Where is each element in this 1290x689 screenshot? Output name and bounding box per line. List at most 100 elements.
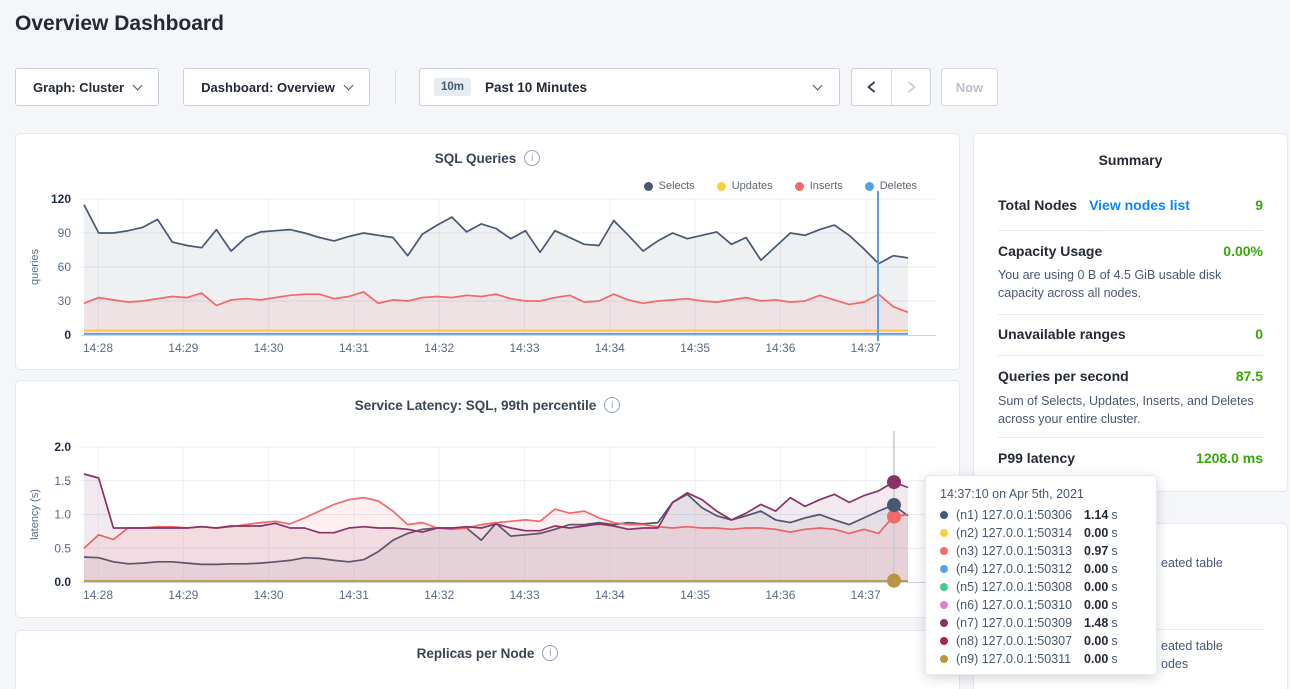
event-text-fragment: eated table <box>1161 639 1223 653</box>
node-latency-value: 0.00 <box>1084 652 1108 666</box>
node-latency-value: 0.00 <box>1084 526 1108 540</box>
summary-panel: Summary Total Nodes View nodes list 9 Ca… <box>973 133 1288 492</box>
replicas-chart-title: Replicas per Node <box>417 646 535 661</box>
svg-text:0.5: 0.5 <box>54 541 71 555</box>
tooltip-node-row: (n2) 127.0.0.1:50314 0.00 s <box>940 524 1142 542</box>
service-latency-panel: Service Latency: SQL, 99th percentile 0.… <box>15 380 960 618</box>
replicas-per-node-panel: Replicas per Node <box>15 630 960 689</box>
tooltip-node-row: (n3) 127.0.0.1:50313 0.97 s <box>940 542 1142 560</box>
node-color-dot <box>940 511 948 519</box>
total-nodes-value: 9 <box>1255 197 1263 213</box>
tooltip-node-row: (n9) 127.0.0.1:50311 0.00 s <box>940 650 1142 668</box>
now-button[interactable]: Now <box>941 68 998 106</box>
latency-unit: s <box>1111 598 1117 612</box>
node-color-dot <box>940 637 948 645</box>
divider <box>998 355 1263 356</box>
latency-unit: s <box>1111 580 1117 594</box>
qps-subtext: Sum of Selects, Updates, Inserts, and De… <box>998 392 1263 428</box>
svg-text:14:29: 14:29 <box>168 341 198 355</box>
time-range-picker[interactable]: 10m Past 10 Minutes <box>419 68 840 106</box>
svg-text:14:35: 14:35 <box>680 341 710 355</box>
svg-text:14:37: 14:37 <box>851 588 881 602</box>
chevron-left-icon <box>865 80 879 94</box>
info-icon[interactable] <box>542 645 558 661</box>
graph-scope-dropdown[interactable]: Graph: Cluster <box>15 68 159 106</box>
toolbar-divider <box>395 70 396 104</box>
svg-text:14:28: 14:28 <box>83 588 113 602</box>
graph-scope-label: Graph: Cluster <box>33 80 124 95</box>
svg-text:14:36: 14:36 <box>765 341 795 355</box>
dashboard-dropdown[interactable]: Dashboard: Overview <box>183 68 370 106</box>
node-address: (n5) 127.0.0.1:50308 <box>956 580 1084 594</box>
node-address: (n2) 127.0.0.1:50314 <box>956 526 1084 540</box>
svg-text:0.0: 0.0 <box>54 575 71 589</box>
node-address: (n8) 127.0.0.1:50307 <box>956 634 1084 648</box>
node-color-dot <box>940 619 948 627</box>
latency-unit: s <box>1111 508 1117 522</box>
svg-text:queries: queries <box>29 248 41 285</box>
svg-text:120: 120 <box>51 192 71 206</box>
latency-unit: s <box>1111 544 1117 558</box>
node-color-dot <box>940 601 948 609</box>
latency-unit: s <box>1111 616 1117 630</box>
view-nodes-list-link[interactable]: View nodes list <box>1089 197 1190 213</box>
event-text-fragment: odes <box>1161 657 1188 671</box>
time-range-label: Past 10 Minutes <box>485 80 587 95</box>
node-color-dot <box>940 655 948 663</box>
svg-text:14:30: 14:30 <box>254 588 284 602</box>
chevron-down-icon <box>343 80 353 90</box>
tooltip-node-row: (n5) 127.0.0.1:50308 0.00 s <box>940 578 1142 596</box>
tooltip-node-row: (n7) 127.0.0.1:50309 1.48 s <box>940 614 1142 632</box>
node-latency-value: 0.00 <box>1084 598 1108 612</box>
svg-text:14:34: 14:34 <box>595 341 625 355</box>
node-address: (n1) 127.0.0.1:50306 <box>956 508 1084 522</box>
node-latency-value: 0.97 <box>1084 544 1108 558</box>
svg-text:14:36: 14:36 <box>765 588 795 602</box>
node-color-dot <box>940 529 948 537</box>
svg-text:0: 0 <box>64 328 71 342</box>
summary-title: Summary <box>974 152 1287 168</box>
node-address: (n7) 127.0.0.1:50309 <box>956 616 1084 630</box>
node-latency-value: 1.14 <box>1084 508 1108 522</box>
node-color-dot <box>940 565 948 573</box>
svg-text:14:29: 14:29 <box>168 588 198 602</box>
page-title: Overview Dashboard <box>15 12 224 36</box>
svg-text:90: 90 <box>58 226 72 240</box>
capacity-usage-subtext: You are using 0 B of 4.5 GiB usable disk… <box>998 266 1263 302</box>
svg-text:14:37: 14:37 <box>851 341 881 355</box>
node-address: (n4) 127.0.0.1:50312 <box>956 562 1084 576</box>
capacity-usage-value: 0.00% <box>1223 243 1263 259</box>
svg-text:14:32: 14:32 <box>424 341 454 355</box>
chevron-down-icon <box>813 80 823 90</box>
time-step-forward-button[interactable] <box>891 69 930 105</box>
node-address: (n3) 127.0.0.1:50313 <box>956 544 1084 558</box>
summary-row-unavailable-ranges: Unavailable ranges 0 <box>998 326 1263 342</box>
svg-text:14:32: 14:32 <box>424 588 454 602</box>
sql-queries-chart[interactable]: 030609012014:2814:2914:3014:3114:3214:33… <box>16 134 961 371</box>
tooltip-timestamp: 14:37:10 on Apr 5th, 2021 <box>940 487 1142 501</box>
svg-text:14:34: 14:34 <box>595 588 625 602</box>
time-step-buttons <box>851 68 931 106</box>
svg-text:60: 60 <box>58 260 72 274</box>
svg-text:14:33: 14:33 <box>509 588 539 602</box>
node-color-dot <box>940 583 948 591</box>
p99-latency-value: 1208.0 ms <box>1196 450 1263 466</box>
svg-text:30: 30 <box>58 294 72 308</box>
svg-text:1.5: 1.5 <box>54 474 71 488</box>
node-latency-value: 0.00 <box>1084 634 1108 648</box>
latency-unit: s <box>1111 526 1117 540</box>
dashboard-label: Dashboard: Overview <box>201 80 335 95</box>
time-range-badge: 10m <box>434 78 471 96</box>
node-latency-value: 0.00 <box>1084 562 1108 576</box>
service-latency-chart[interactable]: 0.00.51.01.52.014:2814:2914:3014:3114:32… <box>16 381 961 619</box>
summary-row-capacity: Capacity Usage 0.00% <box>998 243 1263 259</box>
node-color-dot <box>940 547 948 555</box>
svg-text:2.0: 2.0 <box>54 440 71 454</box>
qps-value: 87.5 <box>1236 368 1263 384</box>
event-text-fragment: eated table <box>1161 556 1223 570</box>
node-latency-value: 1.48 <box>1084 616 1108 630</box>
summary-row-total-nodes: Total Nodes View nodes list 9 <box>998 197 1263 213</box>
svg-text:14:30: 14:30 <box>254 341 284 355</box>
tooltip-node-row: (n1) 127.0.0.1:50306 1.14 s <box>940 506 1142 524</box>
time-step-back-button[interactable] <box>852 69 891 105</box>
